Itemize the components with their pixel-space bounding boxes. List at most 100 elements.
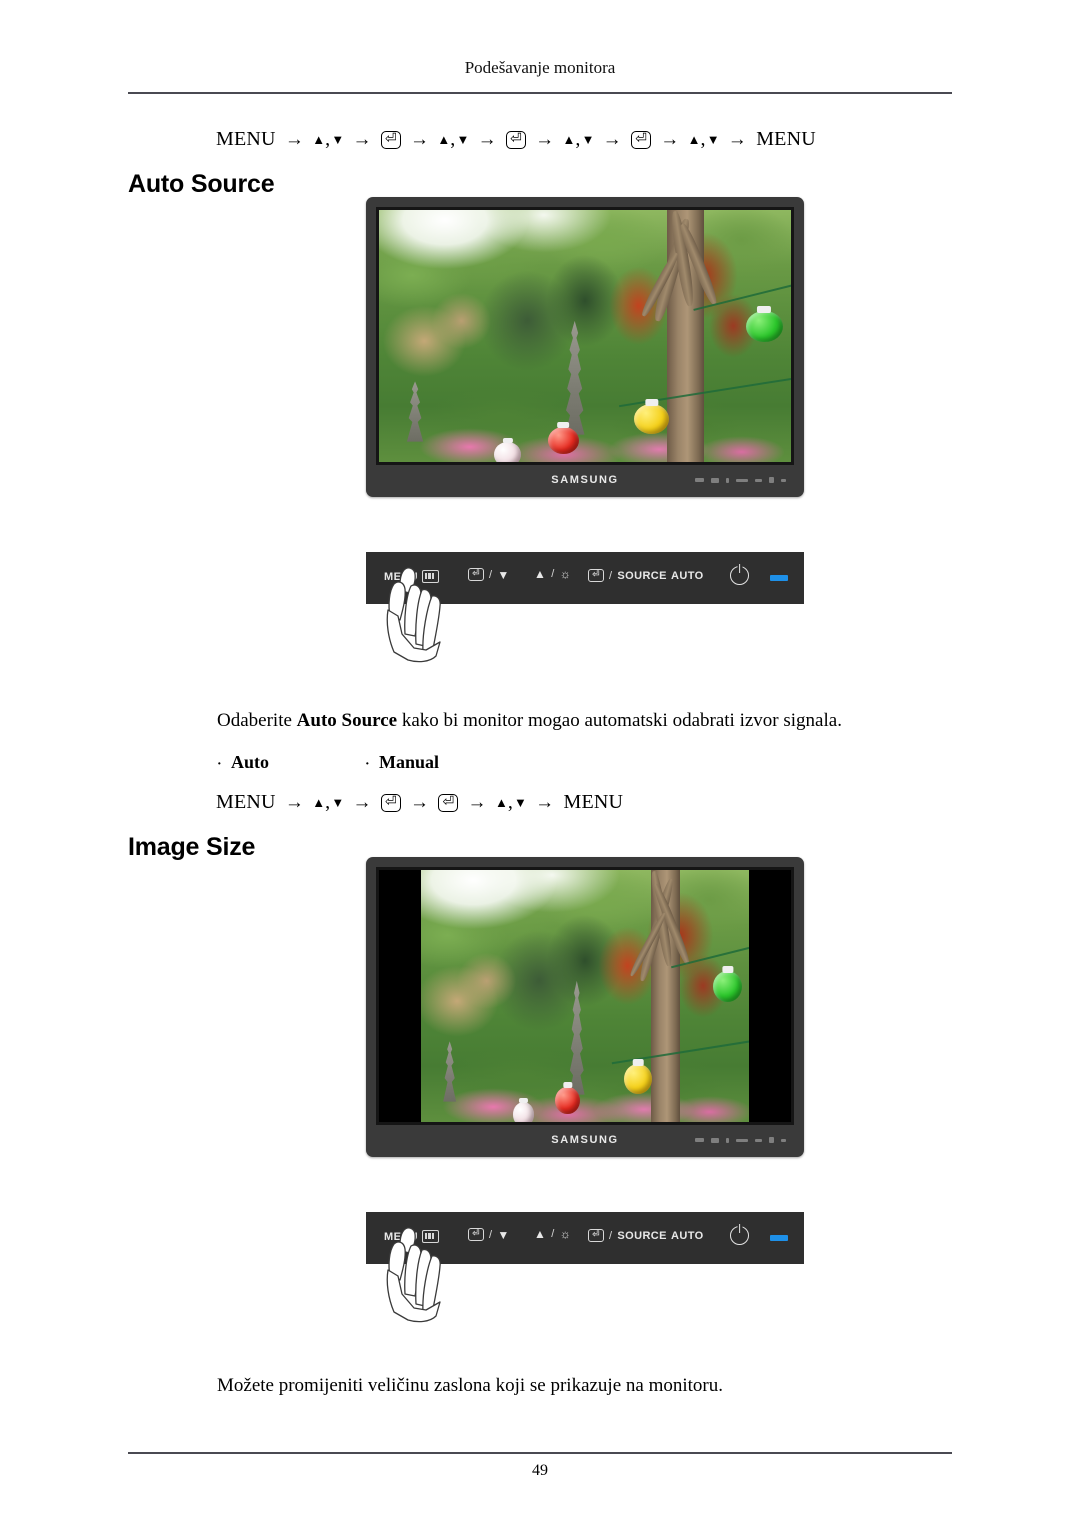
nav-comma: , xyxy=(325,791,331,813)
bezel-icon-source xyxy=(736,478,748,482)
osd-source-label: SOURCE xyxy=(617,1229,667,1242)
osd-button-up-brightness[interactable]: ▲ / ☼ xyxy=(534,568,571,580)
nav-down-arrow: ▼ xyxy=(514,795,527,810)
paragraph-auto-source: Odaberite Auto Source kako bi monitor mo… xyxy=(217,710,842,732)
osd-button-power[interactable] xyxy=(730,566,749,585)
bezel-icon-up xyxy=(726,1137,729,1143)
bezel-icon-auto xyxy=(755,1138,762,1142)
osd-separator: / xyxy=(551,1228,555,1240)
bezel-icon-led xyxy=(781,478,786,482)
nav-comma: , xyxy=(450,128,456,150)
power-icon xyxy=(730,566,749,585)
monitor-illustration-auto-source: SAMSUNG xyxy=(366,197,804,497)
power-icon xyxy=(730,1226,749,1245)
list-item-label: Auto xyxy=(231,752,270,772)
paragraph-bold-term: Auto Source xyxy=(296,710,398,731)
page-header-title: Podešavanje monitora xyxy=(464,58,616,77)
bezel-icon-source xyxy=(736,1138,748,1142)
nav-arrow: → xyxy=(352,129,372,150)
nav-arrow: → xyxy=(477,129,497,150)
nav-arrow: → xyxy=(352,792,372,813)
nav-up-arrow: ▲ xyxy=(687,132,701,147)
osd-led-indicator xyxy=(770,575,788,581)
bezel-icon-auto xyxy=(755,478,762,482)
nav-down-arrow: ▼ xyxy=(706,132,720,147)
nav-arrow: → xyxy=(284,129,305,150)
osd-source-label: SOURCE xyxy=(617,569,667,582)
bullet-dot-icon: · xyxy=(217,757,222,772)
osd-separator: / xyxy=(608,569,613,582)
lantern-white xyxy=(494,441,522,462)
enter-key-icon: ⏎ xyxy=(631,131,652,149)
screen-photo-fullscreen xyxy=(379,210,791,462)
brightness-icon: ☼ xyxy=(559,1227,572,1241)
footer-divider-rule xyxy=(128,1452,952,1454)
bezel-icon-power xyxy=(769,1137,774,1143)
osd-button-enter-down[interactable]: ⏎ / ▼ xyxy=(468,568,510,581)
menu-button-icon xyxy=(422,1230,439,1243)
nav-arrow: → xyxy=(410,129,430,150)
bezel-control-icons xyxy=(695,1137,786,1143)
osd-button-enter-down[interactable]: ⏎ / ▼ xyxy=(468,1228,510,1241)
nav-end-menu: MENU xyxy=(563,791,624,813)
nav-arrow: → xyxy=(535,792,555,813)
monitor-illustration-image-size: SAMSUNG xyxy=(366,857,804,1157)
nav-arrow: → xyxy=(602,129,622,150)
down-arrow-icon: ▼ xyxy=(497,567,510,582)
up-arrow-icon: ▲ xyxy=(534,1227,547,1241)
bezel-icon-led xyxy=(781,1138,786,1142)
page-number: 49 xyxy=(532,1462,548,1479)
nav-end-menu: MENU xyxy=(756,128,816,150)
nav-down-arrow: ▼ xyxy=(456,132,470,147)
garden-photo xyxy=(379,210,791,462)
nav-up-arrow: ▲ xyxy=(494,795,508,810)
osd-control-panel-auto-source: MENU ⏎ / ▼ ▲ / ☼ ⏎ / SOURCE AUTO xyxy=(366,552,804,663)
enter-key-icon: ⏎ xyxy=(588,569,604,582)
monitor-screen xyxy=(376,867,794,1125)
osd-button-source[interactable]: ⏎ / SOURCE xyxy=(588,569,667,582)
bezel-control-icons xyxy=(695,477,786,483)
nav-up-arrow: ▲ xyxy=(312,795,326,810)
paragraph-image-size: Možete promijeniti veličinu zaslona koji… xyxy=(217,1375,723,1396)
osd-menu-label: MENU xyxy=(384,1230,418,1243)
osd-separator: / xyxy=(608,1229,613,1242)
monitor-bezel-bottom: SAMSUNG xyxy=(376,1125,794,1157)
osd-button-up-brightness[interactable]: ▲ / ☼ xyxy=(534,1228,571,1240)
bezel-icon-up xyxy=(726,477,729,483)
osd-button-auto[interactable]: AUTO xyxy=(671,1230,704,1242)
options-list-auto-source: · Auto · Manual xyxy=(217,752,439,773)
list-item-manual: · Manual xyxy=(365,752,439,773)
nav-up-arrow: ▲ xyxy=(312,132,326,147)
nav-comma: , xyxy=(700,128,706,150)
nav-arrow: → xyxy=(467,792,487,813)
nav-up-arrow: ▲ xyxy=(437,132,451,147)
enter-key-icon: ⏎ xyxy=(468,568,484,581)
osd-button-source[interactable]: ⏎ / SOURCE xyxy=(588,1229,667,1242)
header-divider-rule xyxy=(128,92,952,94)
osd-menu-label: MENU xyxy=(384,570,418,583)
nav-path-image-size: MENU → ▲,▼ → ⏎ → ⏎ → ▲,▼ → MENU xyxy=(215,791,624,814)
down-arrow-icon: ▼ xyxy=(497,1227,510,1242)
garden-photo xyxy=(421,870,749,1122)
lantern-white xyxy=(512,1101,535,1122)
section-heading-image-size: Image Size xyxy=(128,833,256,861)
osd-separator: / xyxy=(488,568,493,581)
nav-comma: , xyxy=(575,128,581,150)
up-arrow-icon: ▲ xyxy=(534,567,547,581)
led-indicator-icon xyxy=(770,1235,788,1241)
osd-button-menu[interactable]: MENU xyxy=(384,1230,439,1243)
bezel-icon-enter xyxy=(711,477,719,483)
osd-button-menu[interactable]: MENU xyxy=(384,570,439,583)
list-item-label: Manual xyxy=(379,752,440,772)
enter-key-icon: ⏎ xyxy=(380,131,401,149)
osd-button-auto[interactable]: AUTO xyxy=(671,570,704,582)
nav-arrow: → xyxy=(727,129,747,150)
section-heading-auto-source: Auto Source xyxy=(128,170,275,198)
nav-arrow: → xyxy=(410,792,430,813)
osd-button-power[interactable] xyxy=(730,1226,749,1245)
enter-key-icon: ⏎ xyxy=(588,1229,604,1242)
enter-key-icon: ⏎ xyxy=(468,1228,484,1241)
monitor-bezel-bottom: SAMSUNG xyxy=(376,465,794,497)
paragraph-prefix: Odaberite xyxy=(217,710,297,731)
nav-comma: , xyxy=(507,791,514,813)
